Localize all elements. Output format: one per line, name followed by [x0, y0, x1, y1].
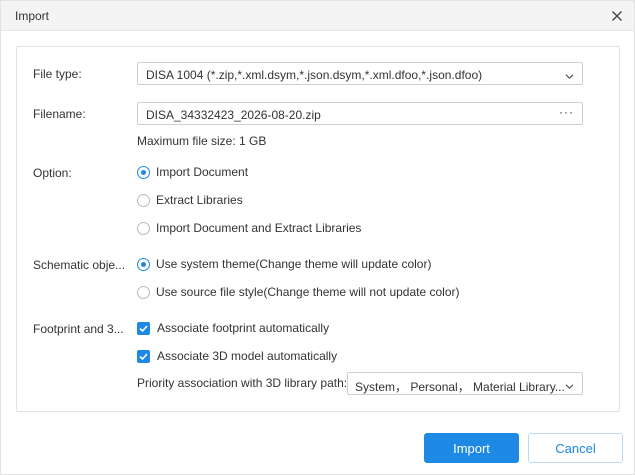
checkbox-checked-icon	[137, 349, 150, 363]
max-file-size-note: Maximum file size: 1 GB	[137, 134, 267, 148]
file-type-label: File type:	[33, 67, 82, 81]
radio-label: Import Document	[156, 165, 249, 179]
option-label: Option:	[33, 166, 72, 180]
file-type-select[interactable]: DISA 1004 (*.zip,*.xml.dsym,*.json.dsym,…	[137, 62, 583, 85]
checkbox-label: Associate footprint automatically	[157, 321, 330, 335]
cancel-button[interactable]: Cancel	[528, 433, 623, 463]
radio-use-source-file-style[interactable]: Use source file style(Change theme will …	[137, 284, 459, 300]
priority-library-path-select[interactable]: System， Personal， Material Library...	[347, 372, 583, 395]
filename-value: DISA_34332423_2026-08-20.zip	[146, 108, 321, 122]
radio-extract-libraries[interactable]: Extract Libraries	[137, 192, 243, 208]
priority-association-label: Priority association with 3D library pat…	[137, 376, 348, 390]
radio-label: Use system theme(Change theme will updat…	[156, 257, 432, 271]
radio-import-and-extract[interactable]: Import Document and Extract Libraries	[137, 220, 361, 236]
radio-unselected-icon	[137, 221, 150, 235]
radio-label: Use source file style(Change theme will …	[156, 285, 460, 299]
checkbox-associate-3d-model[interactable]: Associate 3D model automatically	[137, 348, 337, 364]
chevron-down-icon	[565, 70, 574, 80]
checkbox-associate-footprint[interactable]: Associate footprint automatically	[137, 320, 329, 336]
footprint-3d-label: Footprint and 3...	[33, 322, 124, 336]
radio-import-document[interactable]: Import Document	[137, 164, 248, 180]
chevron-down-icon	[565, 380, 574, 390]
filename-label: Filename:	[33, 107, 86, 121]
radio-selected-icon	[137, 165, 150, 179]
radio-label: Extract Libraries	[156, 193, 243, 207]
file-type-value: DISA 1004 (*.zip,*.xml.dsym,*.json.dsym,…	[146, 68, 483, 82]
radio-unselected-icon	[137, 285, 150, 299]
import-dialog: Import File type: DISA 1004 (*.zip,*.xml…	[0, 0, 635, 475]
radio-use-system-theme[interactable]: Use system theme(Change theme will updat…	[137, 256, 431, 272]
radio-label: Import Document and Extract Libraries	[156, 221, 362, 235]
checkbox-label: Associate 3D model automatically	[157, 349, 338, 363]
browse-more-icon[interactable]: ···	[559, 105, 574, 119]
radio-unselected-icon	[137, 193, 150, 207]
close-icon[interactable]	[608, 7, 626, 25]
import-options-panel: File type: DISA 1004 (*.zip,*.xml.dsym,*…	[16, 46, 620, 412]
filename-field[interactable]: DISA_34332423_2026-08-20.zip ···	[137, 102, 583, 125]
priority-library-path-value: System， Personal， Material Library...	[355, 380, 565, 394]
radio-selected-icon	[137, 257, 150, 271]
schematic-object-label: Schematic obje...	[33, 258, 126, 272]
checkbox-checked-icon	[137, 321, 150, 335]
dialog-titlebar: Import	[1, 1, 634, 31]
import-button[interactable]: Import	[424, 433, 519, 463]
dialog-title: Import	[15, 9, 50, 23]
